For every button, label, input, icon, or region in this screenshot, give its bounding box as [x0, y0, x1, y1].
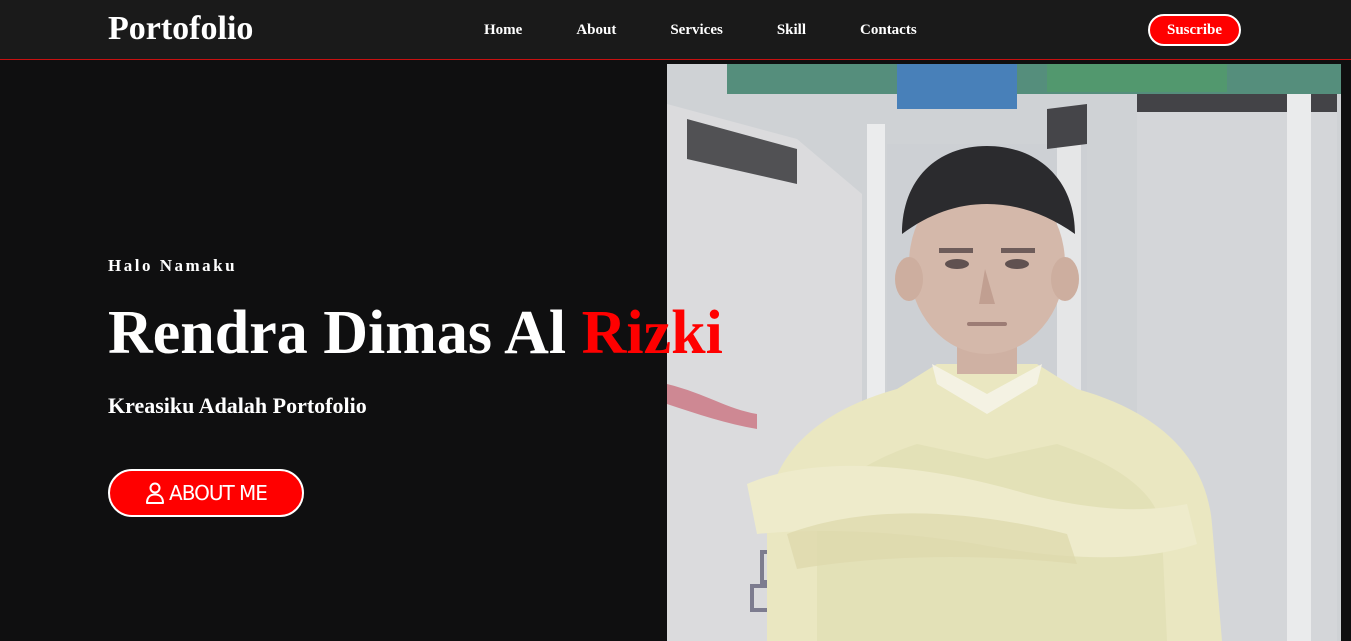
- nav-links: Home About Services Skill Contacts: [484, 20, 971, 40]
- brand-logo[interactable]: Portofolio: [108, 8, 253, 50]
- hero-section: Halo Namaku Rendra Dimas Al Rizki Kreasi…: [0, 61, 1351, 641]
- nav-link-skill[interactable]: Skill: [777, 20, 806, 40]
- nav-link-about[interactable]: About: [576, 20, 616, 40]
- about-me-button[interactable]: ABOUT ME: [108, 469, 304, 517]
- user-icon: [145, 482, 165, 504]
- profile-photo-image: [667, 64, 1341, 641]
- hero-name: Rendra Dimas Al Rizki: [108, 297, 723, 369]
- subscribe-button[interactable]: Suscribe: [1148, 14, 1241, 46]
- hero-greeting: Halo Namaku: [108, 256, 238, 275]
- hero-tagline: Kreasiku Adalah Portofolio: [108, 393, 367, 418]
- hero-name-accent: Rizki: [581, 299, 723, 367]
- nav-link-services[interactable]: Services: [670, 20, 722, 40]
- nav-link-home[interactable]: Home: [484, 20, 522, 40]
- profile-photo: [667, 64, 1341, 641]
- about-me-label: ABOUT ME: [169, 481, 268, 505]
- navbar: Portofolio Home About Services Skill Con…: [0, 0, 1351, 60]
- nav-link-contacts[interactable]: Contacts: [860, 20, 917, 40]
- hero-name-main: Rendra Dimas Al: [108, 299, 582, 367]
